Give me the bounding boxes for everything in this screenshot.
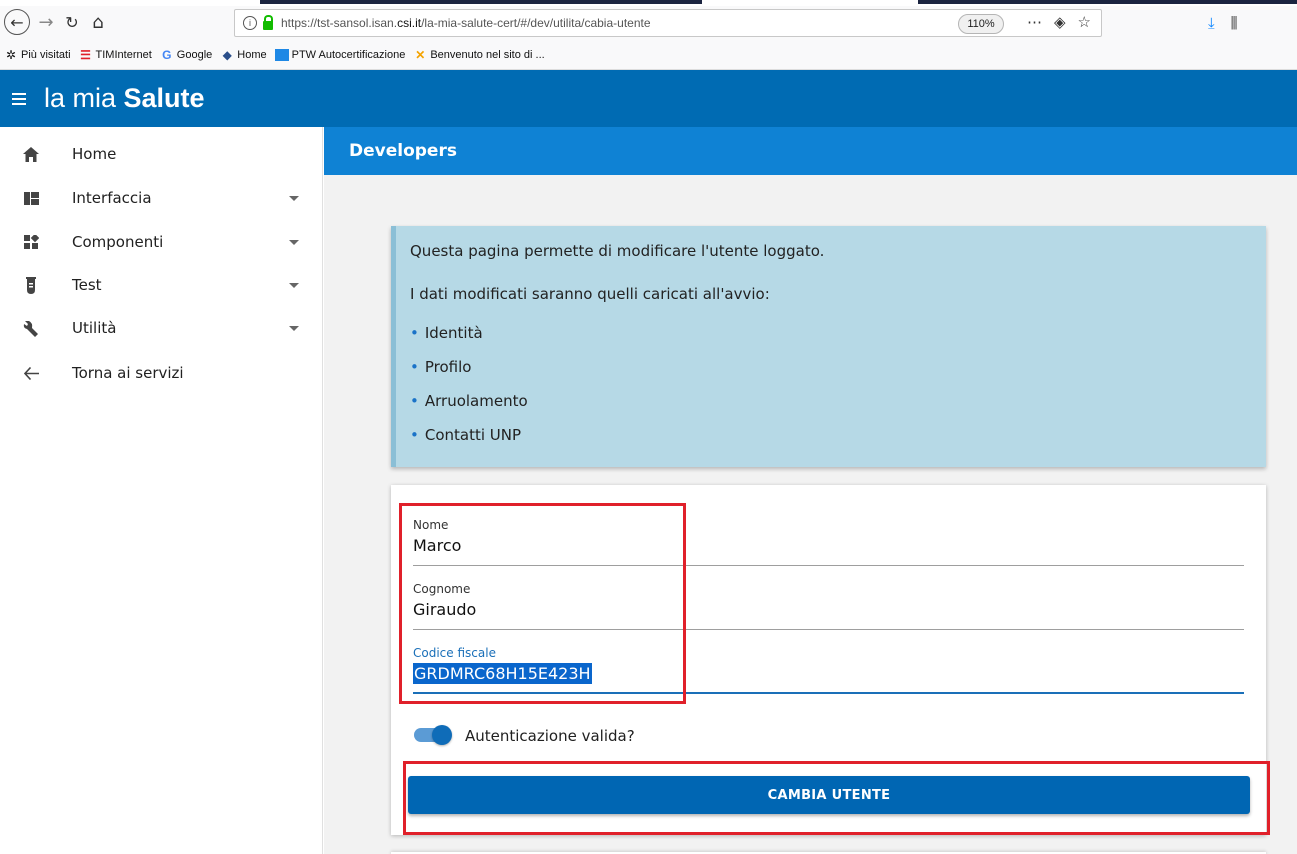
bookmark-label: PTW Autocertificazione [291,48,406,61]
flask-icon [22,276,40,294]
chevron-down-icon [289,240,299,245]
url-path: /la-mia-salute-cert/#/dev/utilita/cabia-… [421,16,651,30]
brand-light: la mia [44,83,124,113]
toggle-knob [432,725,452,745]
lock-icon [263,14,273,30]
bookmarks-bar: ✲ Più visitati ☰ TIMInternet G Google ◆ Home… [0,40,1297,70]
bookmark-label: Benvenuto nel sito di ... [430,48,545,61]
sidebar-item-label: Utilità [72,319,117,337]
bookmark-item[interactable]: PTW Autocertificazione [274,48,406,61]
download-icon[interactable]: ⤓ [1208,14,1215,32]
sidebar-item-label: Componenti [72,233,164,251]
sidebar-item-label: Home [72,145,117,163]
url-domain: csi.it [397,16,422,30]
menu-icon[interactable] [12,92,26,105]
arrow-left-icon [22,364,40,382]
back-arrow-icon[interactable]: ← [4,9,30,35]
toolbar-right: ⤓ ⫼ [1208,14,1238,32]
browser-tab[interactable] [260,0,702,4]
list-item: Contatti UNP [410,425,528,459]
page-title: Developers [324,127,1297,175]
pocket-icon[interactable]: ◈ [1054,13,1066,31]
info-box: Questa pagina permette di modificare l'u… [391,226,1266,467]
home-bookmark-icon: ◆ [222,47,232,62]
info-text: I dati modificati saranno quelli caricat… [410,285,770,303]
chevron-down-icon [289,326,299,331]
browser-tab[interactable] [918,0,1297,4]
url-text: https://tst-sansol.isan.csi.it/la-mia-sa… [281,16,651,30]
dashboard-icon [22,189,40,207]
library-icon[interactable]: ⫼ [1231,14,1238,32]
bookmark-star-icon[interactable]: ☆ [1078,13,1091,31]
sidebar-item-interfaccia[interactable]: Interfaccia [0,178,323,218]
sidebar-item-componenti[interactable]: Componenti [0,222,323,262]
bookmark-item[interactable]: ✲ Più visitati [4,49,71,61]
ptw-icon [274,48,289,61]
address-bar[interactable]: i https://tst-sansol.isan.csi.it/la-mia-… [234,9,1102,37]
zoom-indicator[interactable]: 110% [958,14,1004,34]
wrench-icon [22,319,40,337]
brand-bold: Salute [123,83,205,113]
bookmark-item[interactable]: ◆ Home [220,47,267,62]
info-icon[interactable]: i [243,16,257,30]
bookmark-label: Più visitati [21,48,71,61]
list-item: Profilo [410,357,528,391]
sidebar-item-label: Torna ai servizi [72,364,184,382]
widgets-icon [22,233,40,251]
sidebar-item-home[interactable]: Home [0,134,323,174]
app-header: la mia Salute [0,70,1297,127]
sidebar-item-label: Test [72,276,102,294]
browser-toolbar: ← → ↻ ⌂ i https://tst-sansol.isan.csi.it… [0,6,1297,40]
tim-icon: ☰ [80,47,91,62]
sidebar: Home Interfaccia Componenti Test Utilità… [0,127,323,854]
info-text: Questa pagina permette di modificare l'u… [410,242,825,260]
bookmark-item[interactable]: ☰ TIMInternet [79,49,152,61]
home-browser-icon[interactable]: ⌂ [88,9,108,35]
google-icon: G [162,47,172,62]
home-icon [22,145,40,163]
sidebar-item-label: Interfaccia [72,189,152,207]
chevron-down-icon [289,196,299,201]
bookmark-item[interactable]: G Google [160,49,212,61]
reload-icon[interactable]: ↻ [62,9,82,35]
list-item: Arruolamento [410,391,528,425]
bookmark-item[interactable]: ✕ Benvenuto nel sito di ... [413,49,544,61]
toggle-label: Autenticazione valida? [465,727,635,745]
page-actions-icon[interactable]: ⋯ [1027,13,1042,31]
sidebar-item-torna-ai-servizi[interactable]: Torna ai servizi [0,353,323,393]
gear-icon: ✲ [5,47,17,62]
bookmark-label: Google [176,48,213,61]
joomla-icon: ✕ [415,47,426,62]
highlight-box [403,761,1270,835]
forward-arrow-icon[interactable]: → [36,9,56,35]
autenticazione-toggle[interactable] [414,723,454,747]
sidebar-item-test[interactable]: Test [0,265,323,305]
info-list: Identità Profilo Arruolamento Contatti U… [410,323,528,459]
bookmark-label: TIMInternet [95,48,152,61]
app-logo[interactable]: la mia Salute [44,83,205,114]
bookmark-label: Home [237,48,267,61]
url-actions: ⋯ ◈ ☆ [1027,13,1091,31]
list-item: Identità [410,323,528,357]
main-content: Developers Questa pagina permette di mod… [324,127,1297,854]
chevron-down-icon [289,283,299,288]
sidebar-item-utilita[interactable]: Utilità [0,308,323,348]
url-prefix: https://tst-sansol.isan. [281,16,398,30]
highlight-box [399,503,686,704]
